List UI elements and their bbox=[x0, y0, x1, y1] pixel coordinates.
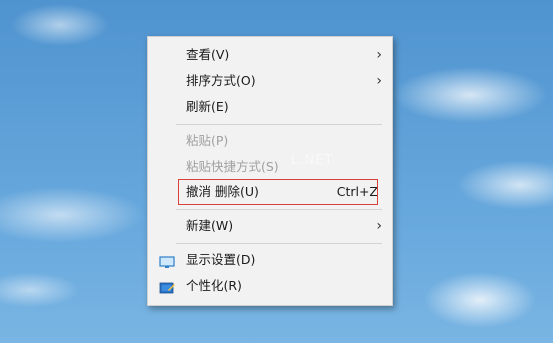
menu-separator bbox=[176, 124, 382, 125]
watermark-text: L.NET bbox=[291, 153, 334, 168]
chevron-right-icon: › bbox=[376, 47, 382, 63]
menu-item-paste-label: 粘贴(P) bbox=[186, 133, 229, 148]
menu-item-sort-by-label: 排序方式(O) bbox=[186, 73, 256, 88]
menu-item-sort-by[interactable]: 排序方式(O) › bbox=[148, 69, 392, 93]
menu-separator bbox=[176, 209, 382, 210]
menu-item-display-settings-label: 显示设置(D) bbox=[186, 252, 256, 267]
chevron-right-icon: › bbox=[376, 73, 382, 89]
menu-item-new[interactable]: 新建(W) › bbox=[148, 214, 392, 238]
context-menu: 查看(V) › 排序方式(O) › 刷新(E) 粘贴(P) 粘贴快捷方式(S) … bbox=[147, 36, 393, 306]
menu-item-refresh[interactable]: 刷新(E) bbox=[148, 95, 392, 119]
menu-item-paste-shortcut-label: 粘贴快捷方式(S) bbox=[186, 159, 279, 174]
menu-item-refresh-label: 刷新(E) bbox=[186, 99, 229, 114]
menu-separator bbox=[176, 243, 382, 244]
menu-item-new-label: 新建(W) bbox=[186, 218, 234, 233]
menu-item-personalize-label: 个性化(R) bbox=[186, 278, 242, 293]
menu-item-paste: 粘贴(P) bbox=[148, 129, 392, 153]
menu-item-view[interactable]: 查看(V) › bbox=[148, 43, 392, 67]
menu-item-view-label: 查看(V) bbox=[186, 47, 230, 62]
highlight-box bbox=[178, 179, 378, 205]
menu-item-personalize[interactable]: 个性化(R) bbox=[148, 274, 392, 298]
menu-item-display-settings[interactable]: 显示设置(D) bbox=[148, 248, 392, 272]
display-settings-icon bbox=[159, 253, 175, 268]
menu-item-paste-shortcut: 粘贴快捷方式(S) bbox=[148, 155, 392, 179]
chevron-right-icon: › bbox=[376, 218, 382, 234]
personalize-icon bbox=[159, 279, 175, 294]
